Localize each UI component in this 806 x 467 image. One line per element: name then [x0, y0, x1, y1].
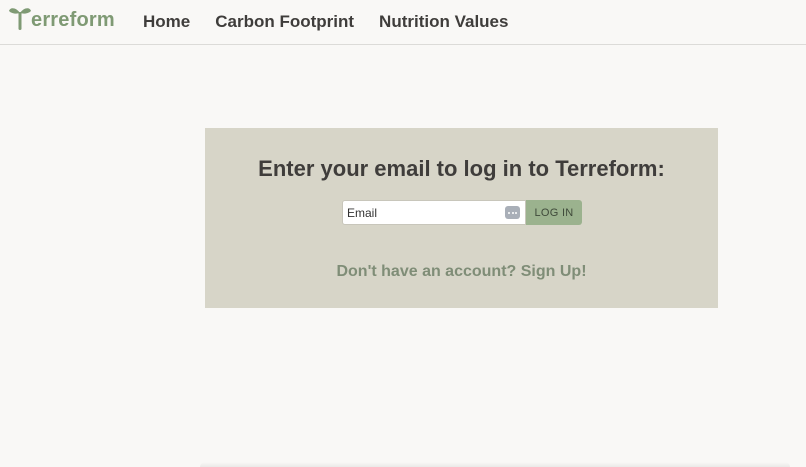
autofill-dot: [511, 211, 514, 214]
nav-nutrition-values[interactable]: Nutrition Values: [379, 12, 508, 32]
top-navbar: erreform Home Carbon Footprint Nutrition…: [0, 0, 806, 45]
brand-name: erreform: [31, 8, 115, 31]
brand-logo[interactable]: erreform: [8, 4, 115, 36]
nav-carbon-footprint[interactable]: Carbon Footprint: [215, 12, 354, 32]
signup-link[interactable]: Sign Up!: [521, 263, 587, 280]
signup-row: Don't have an account? Sign Up!: [205, 263, 718, 281]
autofill-dot: [515, 211, 517, 214]
nav-home[interactable]: Home: [143, 12, 190, 32]
signup-prompt: Don't have an account?: [336, 263, 517, 280]
autofill-dot: [508, 211, 510, 214]
main-nav: Home Carbon Footprint Nutrition Values: [143, 12, 508, 32]
email-field-wrapper: [342, 200, 526, 225]
login-button[interactable]: LOG IN: [526, 200, 582, 225]
login-panel: Enter your email to log in to Terreform:…: [205, 128, 718, 308]
password-autofill-icon[interactable]: [505, 206, 520, 219]
login-heading: Enter your email to log in to Terreform:: [258, 156, 665, 181]
bottom-shadow-divider: [200, 462, 790, 467]
sprout-t-icon: [9, 8, 31, 30]
email-input[interactable]: [343, 201, 503, 224]
